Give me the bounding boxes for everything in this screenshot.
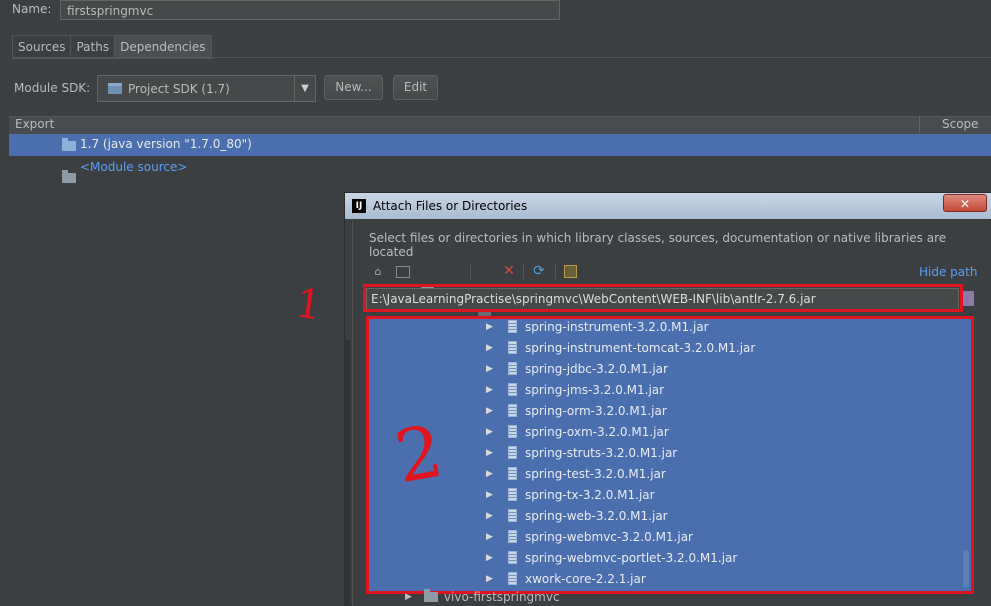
module-sdk-select[interactable]: Project SDK (1.7) ▼: [97, 75, 316, 102]
column-header-scope[interactable]: Scope: [942, 117, 979, 131]
table-header: [9, 116, 991, 135]
hide-path-link[interactable]: Hide path: [919, 265, 977, 279]
annotation-box-tree: [366, 316, 974, 594]
show-hidden-icon[interactable]: [564, 265, 577, 278]
new-sdk-button[interactable]: New...: [324, 75, 383, 100]
home-icon[interactable]: ⌂: [371, 264, 385, 278]
dialog-description: Select files or directories in which lib…: [369, 231, 947, 259]
column-header-export[interactable]: Export: [15, 117, 54, 131]
name-label: Name:: [12, 2, 52, 16]
tab-divider: [12, 57, 991, 58]
refresh-icon[interactable]: ⟳: [532, 263, 546, 279]
tab-dependencies[interactable]: Dependencies: [114, 35, 212, 59]
dialog-title: Attach Files or Directories: [373, 199, 528, 213]
name-field[interactable]: firstspringmvc: [60, 0, 560, 20]
toolbar-separator: [523, 263, 524, 279]
module-source-folder-icon: [62, 170, 76, 183]
module-sdk-label: Module SDK:: [14, 81, 91, 95]
folder-icon: [423, 589, 438, 602]
tree-folder-label: vivo-firstspringmvc: [443, 590, 560, 604]
tree-folder-row[interactable]: ▶ vivo-firstspringmvc: [405, 589, 560, 604]
table-row-label[interactable]: <Module source>: [80, 160, 187, 174]
jdk-folder-icon: [62, 138, 76, 151]
sdk-folder-icon: [108, 83, 122, 94]
column-divider: [919, 116, 920, 133]
delete-icon[interactable]: ✕: [502, 263, 516, 279]
edit-sdk-button[interactable]: Edit: [393, 75, 438, 100]
path-history-icon[interactable]: [963, 291, 974, 306]
table-row-label[interactable]: 1.7 (java version "1.7.0_80"): [80, 137, 252, 151]
annotation-box-path: [363, 284, 963, 312]
desktop-icon[interactable]: [396, 266, 410, 278]
close-icon[interactable]: ✕: [943, 194, 987, 212]
tab-paths[interactable]: Paths: [70, 35, 115, 59]
module-tabs: Sources Paths Dependencies: [12, 35, 212, 59]
dialog-left-gutter: [344, 340, 350, 606]
expand-arrow-icon[interactable]: ▶: [405, 592, 412, 602]
chevron-down-icon[interactable]: ▼: [294, 76, 315, 101]
tab-sources[interactable]: Sources: [12, 35, 71, 59]
toolbar-separator: [555, 263, 556, 279]
toolbar-separator: [470, 263, 471, 279]
intellij-logo-icon: IJ: [352, 199, 366, 213]
sdk-select-value: Project SDK (1.7): [128, 81, 230, 96]
